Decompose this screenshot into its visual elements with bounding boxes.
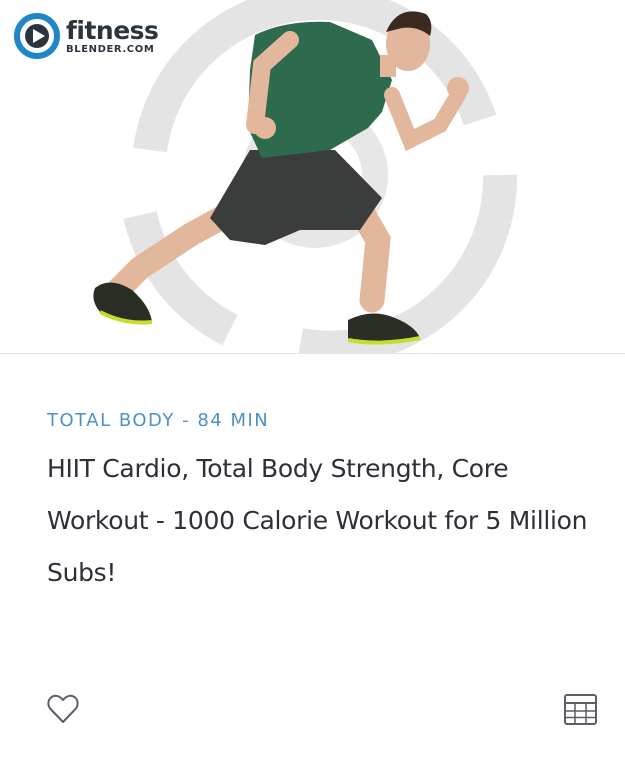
workout-title[interactable]: HIIT Cardio, Total Body Strength, Core W… xyxy=(47,443,597,599)
brand-domain: BLENDER.COM xyxy=(66,43,155,55)
workout-category: TOTAL BODY - 84 MIN xyxy=(47,410,270,431)
calendar-icon[interactable] xyxy=(563,693,598,726)
brand-logo[interactable]: fitness BLENDER.COM xyxy=(14,13,159,59)
workout-thumbnail[interactable]: fitness BLENDER.COM xyxy=(0,0,625,354)
heart-icon[interactable] xyxy=(46,692,80,726)
fitness-blender-play-icon xyxy=(14,13,60,59)
workout-card[interactable]: fitness BLENDER.COM TOTAL BODY - 84 MIN … xyxy=(0,0,625,770)
workout-info: TOTAL BODY - 84 MIN HIIT Cardio, Total B… xyxy=(47,410,597,599)
brand-name: fitness xyxy=(66,15,159,45)
